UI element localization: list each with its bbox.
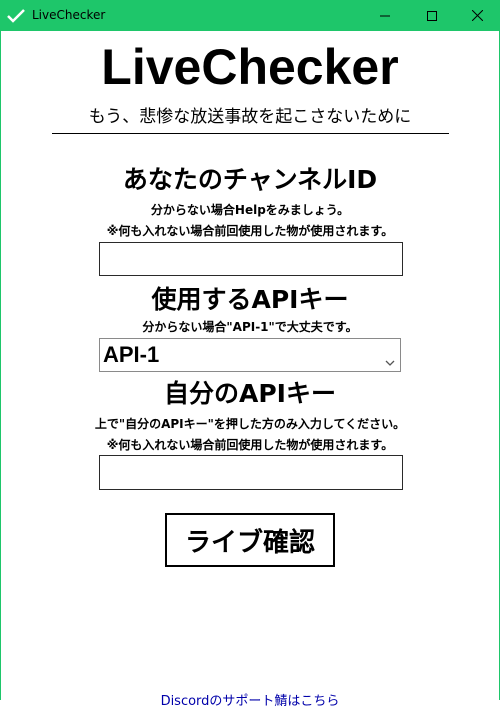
api-key-select-value: API-1 bbox=[103, 342, 160, 367]
channel-id-default-note: ※何も入れない場合前回使用した物が使用されます。 bbox=[106, 224, 394, 238]
api-key-select[interactable]: API-1 bbox=[99, 338, 401, 372]
own-api-key-default-note: ※何も入れない場合前回使用した物が使用されます。 bbox=[106, 438, 394, 452]
chevron-down-icon bbox=[385, 352, 395, 366]
close-button[interactable] bbox=[454, 0, 500, 31]
live-check-button[interactable]: ライブ確認 bbox=[165, 513, 335, 567]
window-border-left bbox=[0, 31, 1, 700]
api-key-select-note: 分からない場合"API-1"で大丈夫です。 bbox=[142, 320, 358, 334]
channel-id-heading: あなたのチャンネルID bbox=[122, 165, 378, 194]
check-icon bbox=[7, 8, 25, 23]
app-subtitle: もう、悲惨な放送事故を起こさないために bbox=[88, 107, 412, 127]
window-titlebar: LiveChecker bbox=[0, 0, 500, 31]
minimize-button[interactable] bbox=[362, 0, 408, 31]
app-title: LiveChecker bbox=[101, 39, 399, 95]
window-title: LiveChecker bbox=[32, 8, 106, 22]
own-api-key-input[interactable] bbox=[99, 455, 403, 490]
channel-id-help-note: 分からない場合Helpをみましょう。 bbox=[150, 203, 350, 217]
api-key-select-heading: 使用するAPIキー bbox=[151, 285, 349, 314]
header-divider bbox=[52, 133, 449, 134]
channel-id-input[interactable] bbox=[99, 242, 403, 276]
own-api-key-heading: 自分のAPIキー bbox=[164, 379, 336, 408]
own-api-key-note: 上で"自分のAPIキー"を押した方のみ入力してください。 bbox=[94, 417, 406, 431]
maximize-button[interactable] bbox=[409, 0, 455, 31]
